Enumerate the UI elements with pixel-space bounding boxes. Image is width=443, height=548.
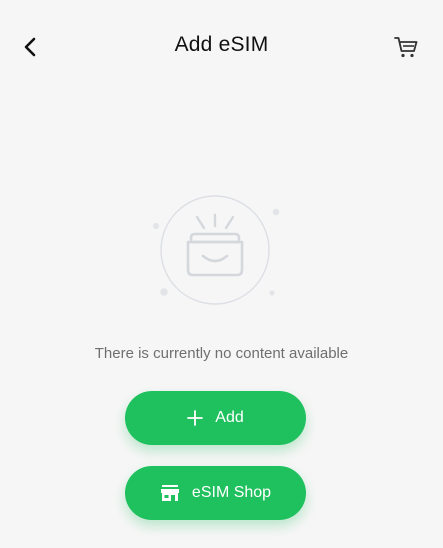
add-button-label: Add [215,409,244,426]
cart-button[interactable] [390,33,422,61]
empty-inbox-icon [153,195,280,305]
esim-shop-button-label: eSIM Shop [191,484,272,501]
empty-state-message: There is currently no content available [94,345,349,362]
cart-icon [394,37,418,58]
top-bar: Add eSIM [0,0,443,95]
empty-state-illustration [150,190,290,310]
add-button[interactable]: Add [125,391,306,445]
esim-shop-button[interactable]: eSIM Shop [125,466,306,520]
plus-icon [187,410,204,426]
page-title: Add eSIM [174,33,269,56]
store-icon [160,484,180,502]
